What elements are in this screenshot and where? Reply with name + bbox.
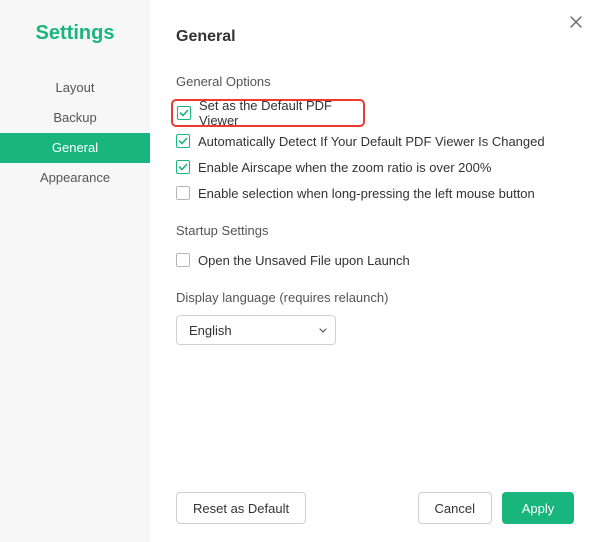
sidebar-item-backup[interactable]: Backup bbox=[0, 103, 150, 133]
chevron-down-icon bbox=[319, 323, 327, 338]
reset-button[interactable]: Reset as Default bbox=[176, 492, 306, 524]
label-default-viewer: Set as the Default PDF Viewer bbox=[199, 98, 359, 128]
language-label: Display language (requires relaunch) bbox=[176, 290, 574, 305]
option-open-unsaved: Open the Unsaved File upon Launch bbox=[176, 248, 574, 272]
general-options-label: General Options bbox=[176, 74, 574, 89]
page-title: General bbox=[176, 28, 574, 46]
checkbox-auto-detect[interactable] bbox=[176, 134, 190, 148]
option-longpress: Enable selection when long-pressing the … bbox=[176, 181, 574, 205]
sidebar-item-general[interactable]: General bbox=[0, 133, 150, 163]
settings-title: Settings bbox=[0, 22, 150, 45]
checkbox-longpress[interactable] bbox=[176, 186, 190, 200]
language-selected: English bbox=[189, 323, 232, 338]
startup-settings-label: Startup Settings bbox=[176, 223, 574, 238]
label-airscape: Enable Airscape when the zoom ratio is o… bbox=[198, 160, 491, 175]
sidebar: Settings Layout Backup General Appearanc… bbox=[0, 0, 150, 542]
sidebar-item-layout[interactable]: Layout bbox=[0, 73, 150, 103]
checkbox-default-viewer[interactable] bbox=[177, 106, 191, 120]
option-auto-detect: Automatically Detect If Your Default PDF… bbox=[176, 129, 574, 153]
label-open-unsaved: Open the Unsaved File upon Launch bbox=[198, 253, 410, 268]
highlighted-option: Set as the Default PDF Viewer bbox=[171, 99, 365, 127]
main-pane: General General Options Set as the Defau… bbox=[150, 0, 600, 542]
footer: Reset as Default Cancel Apply bbox=[176, 492, 574, 524]
sidebar-item-appearance[interactable]: Appearance bbox=[0, 163, 150, 193]
cancel-button[interactable]: Cancel bbox=[418, 492, 492, 524]
apply-button[interactable]: Apply bbox=[502, 492, 574, 524]
language-select[interactable]: English bbox=[176, 315, 336, 345]
label-longpress: Enable selection when long-pressing the … bbox=[198, 186, 535, 201]
option-airscape: Enable Airscape when the zoom ratio is o… bbox=[176, 155, 574, 179]
checkbox-airscape[interactable] bbox=[176, 160, 190, 174]
label-auto-detect: Automatically Detect If Your Default PDF… bbox=[198, 134, 545, 149]
checkbox-open-unsaved[interactable] bbox=[176, 253, 190, 267]
